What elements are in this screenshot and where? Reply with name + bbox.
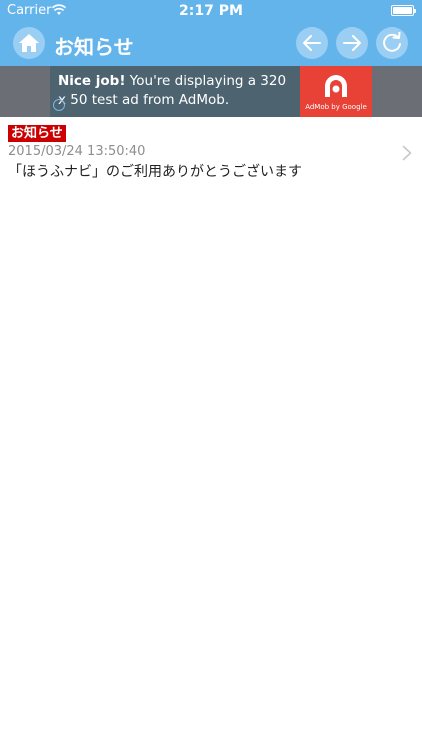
ad-banner[interactable]: Nice job! You're displaying a 320 x 50 t…: [50, 66, 372, 117]
ad-info-icon[interactable]: [53, 99, 65, 111]
battery-icon: [391, 5, 416, 16]
arrow-left-icon: [303, 35, 321, 51]
home-button[interactable]: [13, 27, 45, 59]
page-title: お知らせ: [54, 35, 134, 59]
reload-button[interactable]: [376, 27, 408, 59]
forward-button[interactable]: [336, 27, 368, 59]
status-bar: Carrier 2:17 PM: [0, 0, 422, 22]
chevron-right-icon: [402, 145, 412, 161]
admob-logo: AdMob by Google: [300, 66, 372, 117]
reload-icon: [383, 32, 401, 52]
item-title: 「ほうふナビ」のご利用ありがとうございます: [8, 164, 302, 180]
category-badge: お知らせ: [8, 125, 66, 142]
admob-logo-text: AdMob by Google: [305, 103, 367, 111]
ad-headline-bold: Nice job!: [58, 73, 126, 89]
list-item[interactable]: お知らせ 2015/03/24 13:50:40 「ほうふナビ」のご利用ありがと…: [0, 117, 422, 187]
status-time: 2:17 PM: [179, 3, 243, 19]
arrow-right-icon: [343, 35, 361, 51]
item-date: 2015/03/24 13:50:40: [8, 144, 146, 159]
back-button[interactable]: [296, 27, 328, 59]
navigation-header: Carrier 2:17 PM お知らせ: [0, 0, 422, 66]
ad-text: Nice job! You're displaying a 320 x 50 t…: [58, 72, 298, 110]
home-icon: [19, 34, 39, 52]
admob-logo-icon: [325, 75, 347, 97]
ad-banner-area: Nice job! You're displaying a 320 x 50 t…: [0, 66, 422, 117]
